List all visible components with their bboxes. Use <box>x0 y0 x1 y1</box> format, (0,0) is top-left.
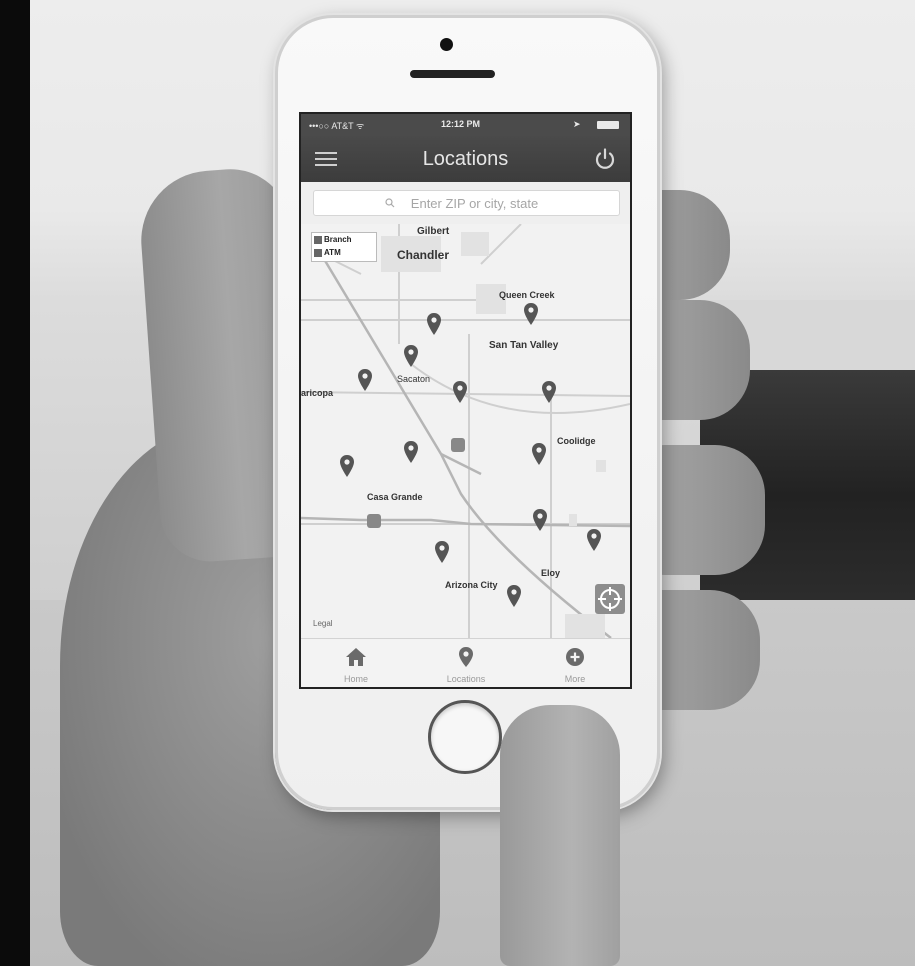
map-label-chandler: Chandler <box>397 248 450 262</box>
map-roads <box>301 224 630 638</box>
map-pin-8[interactable] <box>530 442 548 466</box>
legend-atm: ATM <box>312 247 376 259</box>
battery-icon <box>597 121 619 129</box>
map-label-gilbert: Gilbert <box>417 226 450 237</box>
tab-bar: Home Locations More <box>301 638 630 687</box>
nav-bar: Locations <box>301 136 630 182</box>
power-icon[interactable] <box>593 147 617 171</box>
map-pin-1[interactable] <box>425 312 443 336</box>
background-dark-edge <box>0 0 30 966</box>
phone-screen: •••○○ AT&T ᯤ 12:12 PM ➤ Locations Enter … <box>299 112 632 689</box>
map-label-eloy: Eloy <box>541 568 561 578</box>
home-icon <box>346 648 366 666</box>
map-pin-13[interactable] <box>505 584 523 608</box>
search-bar <box>301 182 630 224</box>
status-bar: •••○○ AT&T ᯤ 12:12 PM ➤ <box>301 114 630 136</box>
plus-circle-icon <box>566 648 584 666</box>
map-label-san-tan-valley: San Tan Valley <box>489 340 559 351</box>
front-camera <box>440 38 453 51</box>
search-input[interactable] <box>313 190 620 216</box>
clock: 12:12 PM <box>441 119 481 129</box>
search-icon <box>385 198 395 208</box>
map-legal-link[interactable]: Legal <box>313 619 333 628</box>
map-pin-12[interactable] <box>433 540 451 564</box>
earpiece-speaker <box>410 70 495 78</box>
location-arrow-icon: ➤ <box>573 119 581 129</box>
hand-index-finger <box>500 705 620 966</box>
map-label-casa-grande: Casa Grande <box>367 492 423 502</box>
tab-home-label: Home <box>343 674 368 684</box>
tab-locations[interactable]: Locations <box>411 639 521 687</box>
map-pin-icon <box>459 647 473 667</box>
map-legend: Branch ATM <box>311 232 377 262</box>
map-label-queen-creek: Queen Creek <box>499 290 555 300</box>
map-label-arizona-city: Arizona City <box>445 580 498 590</box>
map-pin-3[interactable] <box>402 344 420 368</box>
legend-atm-label: ATM <box>324 248 341 257</box>
carrier-label: •••○○ AT&T ᯤ <box>309 121 365 131</box>
map-pin-10[interactable] <box>531 508 549 532</box>
home-button[interactable] <box>428 700 502 774</box>
map-pin-4[interactable] <box>356 368 374 392</box>
legend-swatch <box>314 236 322 244</box>
tab-locations-label: Locations <box>446 674 486 684</box>
map-pin-7[interactable] <box>402 440 420 464</box>
locate-me-button[interactable] <box>595 584 625 614</box>
legend-swatch <box>314 249 322 257</box>
hamburger-menu-icon[interactable] <box>315 148 337 170</box>
tab-more-label: More <box>564 674 586 684</box>
legend-branch-label: Branch <box>324 235 352 244</box>
map-label-sacaton: Sacaton <box>397 374 431 384</box>
map-pin-5[interactable] <box>451 380 469 404</box>
map-label-maricopa: aricopa <box>301 388 334 398</box>
map-pin-6[interactable] <box>540 380 558 404</box>
legend-branch: Branch <box>312 234 376 246</box>
tab-more[interactable]: More <box>520 639 630 687</box>
map-label-coolidge: Coolidge <box>557 436 596 446</box>
map-view[interactable]: Branch ATM Gilbert Chandler Queen Creek … <box>301 224 630 638</box>
map-pin-9[interactable] <box>338 454 356 478</box>
tab-home[interactable]: Home <box>301 639 411 687</box>
crosshair-icon <box>598 587 622 611</box>
page-title: Locations <box>422 148 509 170</box>
map-pin-2[interactable] <box>522 302 540 326</box>
map-pin-11[interactable] <box>585 528 603 552</box>
